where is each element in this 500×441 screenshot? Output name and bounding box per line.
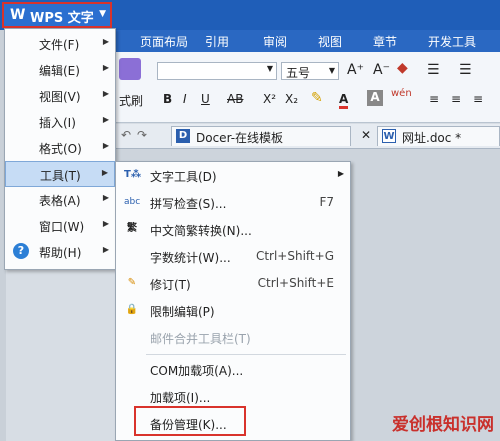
font-name-select[interactable]: ▼ bbox=[157, 62, 277, 80]
char-shading-icon[interactable]: A bbox=[367, 90, 383, 106]
highlight-icon[interactable]: ✎ bbox=[311, 90, 323, 106]
align-left-icon[interactable]: ≡ bbox=[429, 92, 439, 106]
menu-item-help[interactable]: ? 帮助(H) ▶ bbox=[5, 239, 115, 265]
submenu-arrow-icon: ▶ bbox=[102, 63, 109, 72]
menu-item-table[interactable]: 表格(A) ▶ bbox=[5, 187, 115, 213]
submenu-arrow-icon: ▶ bbox=[102, 115, 109, 124]
menu-item-revision[interactable]: ✎ 修订(T) Ctrl+Shift+E bbox=[116, 270, 350, 297]
numbering-icon[interactable]: ☰ bbox=[459, 62, 472, 78]
doc-tab-file[interactable]: W 网址.doc * bbox=[377, 126, 500, 146]
align-center-icon[interactable]: ≡ bbox=[451, 92, 461, 106]
docer-icon: D bbox=[176, 129, 190, 143]
revision-icon: ✎ bbox=[127, 277, 137, 288]
tab-developer[interactable]: 开发工具 bbox=[428, 33, 476, 50]
wps-logo-icon: W bbox=[10, 7, 26, 23]
format-painter-icon[interactable] bbox=[119, 58, 141, 80]
menu-item-insert[interactable]: 插入(I) ▶ bbox=[5, 109, 115, 135]
align-right-icon[interactable]: ≡ bbox=[473, 92, 483, 106]
menu-item-restrict-editing[interactable]: 🔒 限制编辑(P) bbox=[116, 297, 350, 324]
back-arrow-icon[interactable]: ↶ bbox=[121, 128, 131, 142]
tools-submenu: T⁂ 文字工具(D) ▶ abc 拼写检查(S)... F7 繁中文简繁转换(N)...… bbox=[115, 161, 351, 441]
submenu-arrow-icon: ▶ bbox=[102, 193, 109, 202]
format-painter-label: 式刷 bbox=[119, 94, 144, 108]
strikethrough-button[interactable]: AB bbox=[227, 92, 243, 106]
tab-page-layout[interactable]: 页面布局 bbox=[140, 33, 188, 50]
phonetic-guide-icon[interactable]: wén bbox=[391, 88, 412, 99]
menu-item-com-addins[interactable]: COM加载项(A)... bbox=[116, 356, 350, 383]
app-title: WPS 文字 bbox=[30, 11, 94, 26]
text-tools-icon: T⁂ bbox=[124, 169, 142, 180]
forward-arrow-icon[interactable]: ↷ bbox=[137, 128, 147, 142]
lock-icon: 🔒 bbox=[125, 304, 139, 315]
menu-separator bbox=[146, 354, 346, 355]
grow-font-button[interactable]: A⁺ bbox=[347, 62, 364, 78]
subscript-button[interactable]: X₂ bbox=[285, 92, 298, 106]
menu-item-spell-check[interactable]: abc 拼写检查(S)... F7 bbox=[116, 189, 350, 216]
spellcheck-icon: abc bbox=[124, 197, 141, 207]
font-size-select[interactable]: 五号 ▼ bbox=[281, 62, 339, 80]
tab-section[interactable]: 章节 bbox=[373, 33, 397, 50]
convert-icon: 繁 bbox=[127, 223, 137, 234]
clear-format-icon[interactable]: ◆ bbox=[397, 60, 408, 76]
app-main-menu: 文件(F) ▶ 编辑(E) ▶ 视图(V) ▶ 插入(I) ▶ 格式(O) ▶ 工具(T)… bbox=[4, 28, 116, 270]
superscript-button[interactable]: X² bbox=[263, 92, 276, 106]
watermark: 爱创根知识网 bbox=[392, 415, 494, 435]
submenu-arrow-icon: ▶ bbox=[337, 169, 344, 178]
help-icon: ? bbox=[13, 243, 29, 259]
submenu-arrow-icon: ▶ bbox=[102, 219, 109, 228]
close-tab-icon[interactable]: ✕ bbox=[361, 128, 371, 142]
submenu-arrow-icon: ▶ bbox=[102, 245, 109, 254]
bold-button[interactable]: B bbox=[163, 92, 172, 106]
document-tab-strip: ↶ ↷ D Docer-在线模板 ✕ W 网址.doc * bbox=[115, 124, 500, 149]
ribbon: 式刷 ▼ 五号 ▼ A⁺ A⁻ ◆ ☰ ☰ B I U AB X² X₂ ✎ A… bbox=[115, 52, 500, 123]
submenu-arrow-icon: ▶ bbox=[102, 37, 109, 46]
menu-item-mail-merge-toolbar[interactable]: 邮件合并工具栏(T) bbox=[116, 324, 350, 351]
bullets-icon[interactable]: ☰ bbox=[427, 62, 440, 78]
underline-button[interactable]: U bbox=[201, 92, 210, 106]
menu-item-tools[interactable]: 工具(T) ▶ bbox=[5, 161, 115, 187]
italic-button[interactable]: I bbox=[183, 92, 187, 106]
doc-tab-docer[interactable]: D Docer-在线模板 bbox=[171, 126, 351, 146]
menu-item-text-tools[interactable]: T⁂ 文字工具(D) ▶ bbox=[116, 162, 350, 189]
shrink-font-button[interactable]: A⁻ bbox=[373, 62, 390, 78]
submenu-arrow-icon: ▶ bbox=[102, 89, 109, 98]
menu-item-window[interactable]: 窗口(W) ▶ bbox=[5, 213, 115, 239]
font-color-button[interactable]: A bbox=[339, 92, 349, 109]
submenu-arrow-icon: ▶ bbox=[101, 168, 108, 177]
app-menu-button[interactable]: W WPS 文字 ▼ bbox=[2, 2, 112, 28]
menu-item-view[interactable]: 视图(V) ▶ bbox=[5, 83, 115, 109]
document-icon: W bbox=[382, 129, 396, 143]
menu-item-word-count[interactable]: 字数统计(W)... Ctrl+Shift+G bbox=[116, 243, 350, 270]
tab-view[interactable]: 视图 bbox=[318, 33, 342, 50]
ribbon-tab-bar: 页面布局 引用 审阅 视图 章节 开发工具 bbox=[115, 30, 500, 52]
tab-review[interactable]: 审阅 bbox=[263, 33, 287, 50]
dropdown-arrow-icon: ▼ bbox=[99, 9, 106, 19]
submenu-arrow-icon: ▶ bbox=[102, 141, 109, 150]
annotation-highlight-box bbox=[134, 406, 246, 436]
menu-item-edit[interactable]: 编辑(E) ▶ bbox=[5, 57, 115, 83]
tab-references[interactable]: 引用 bbox=[205, 33, 229, 50]
menu-item-chinese-conversion[interactable]: 繁中文简繁转换(N)... bbox=[116, 216, 350, 243]
menu-item-format[interactable]: 格式(O) ▶ bbox=[5, 135, 115, 161]
menu-item-file[interactable]: 文件(F) ▶ bbox=[5, 31, 115, 57]
